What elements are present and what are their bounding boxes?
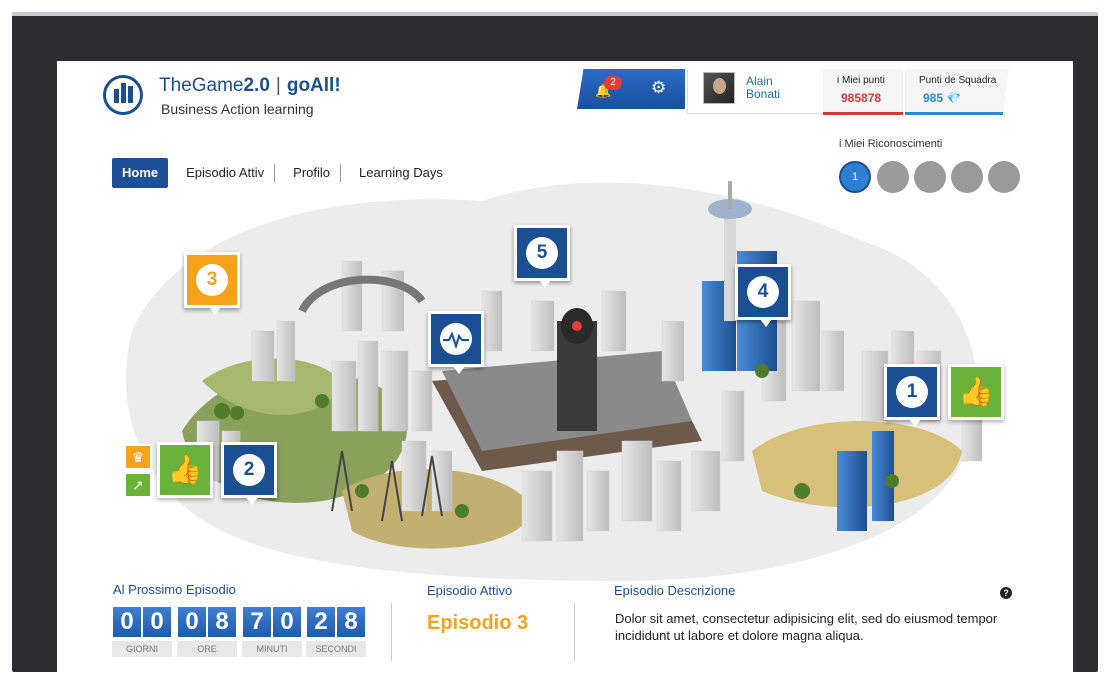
episode-marker-5[interactable]: 5 [514,225,570,288]
my-points-value: 985878 [841,91,882,105]
countdown-digit: 8 [208,607,236,637]
avatar[interactable] [703,72,735,104]
header-actions-bar [577,69,685,109]
countdown-unit-hours: ORE [177,641,237,657]
city-map-illustration [126,181,983,581]
brand-subtitle: Business Action learning [161,101,314,117]
active-episode-value[interactable]: Episodio 3 [427,612,528,635]
gear-icon[interactable]: ⚙ [651,78,666,98]
countdown-digit: 0 [178,607,206,637]
description-text: Dolor sit amet, consectetur adipisicing … [615,611,998,643]
active-episode-title: Episodio Attivo [427,583,513,598]
my-points-label: i Miei punti [837,75,885,86]
thumbs-up-icon[interactable]: 👍 [157,442,213,498]
team-points-label: Punti de Squadra [919,75,997,86]
brand-name: TheGame [159,75,244,96]
team-points-value: 985 💎 [923,91,961,105]
team-points-box: Punti de Squadra 985 💎 [905,69,1009,115]
brand-version: 2.0 [243,75,270,96]
crown-icon[interactable]: ♛ [124,444,152,470]
notification-badge: 2 [604,76,622,90]
countdown-unit-days: GIORNI [112,641,172,657]
recognitions-title: i Miei Riconoscimenti [839,138,943,150]
countdown-unit-minutes: MINUTI [242,641,302,657]
brand-partner: goAll! [286,75,341,96]
heartbeat-icon [440,323,472,355]
countdown-title: Al Prossimo Episodio [113,582,236,597]
my-points-box: i Miei punti 985878 [823,69,903,115]
monitor-frame: TheGame2.0 | goAll! Business Action learni… [12,12,1098,681]
episode-marker-3[interactable]: 3 [184,252,240,315]
team-points-number: 985 [923,91,944,105]
brand-title: TheGame2.0 | goAll! [159,75,341,97]
episode-marker-4[interactable]: 4 [735,264,791,327]
episode-marker-1[interactable]: 1 [884,364,940,427]
countdown-digit: 0 [113,607,141,637]
countdown-unit-seconds: SECONDI [306,641,366,657]
growth-chart-icon[interactable]: ↗ [124,472,152,498]
divider [574,603,575,661]
countdown-digit: 7 [243,607,271,637]
app-screen: TheGame2.0 | goAll! Business Action learni… [57,61,1073,681]
countdown-digit: 2 [307,607,335,637]
help-icon[interactable]: ? [1000,587,1012,599]
countdown-digit: 0 [143,607,171,637]
countdown-digit: 0 [273,607,301,637]
episode-marker-2[interactable]: 2 [221,442,277,505]
divider [391,603,392,661]
user-last-name: Bonati [746,87,781,101]
user-name[interactable]: Alain Bonati [746,75,806,101]
logo-icon [103,75,143,115]
description-title: Episodio Descrizione [614,583,736,598]
monitor-activity-icon[interactable] [428,311,484,374]
thumbs-up-icon[interactable]: 👍 [948,364,1004,420]
diamond-icon: 💎 [946,91,962,105]
brand-separator: | [275,75,281,96]
countdown-digit: 8 [337,607,365,637]
